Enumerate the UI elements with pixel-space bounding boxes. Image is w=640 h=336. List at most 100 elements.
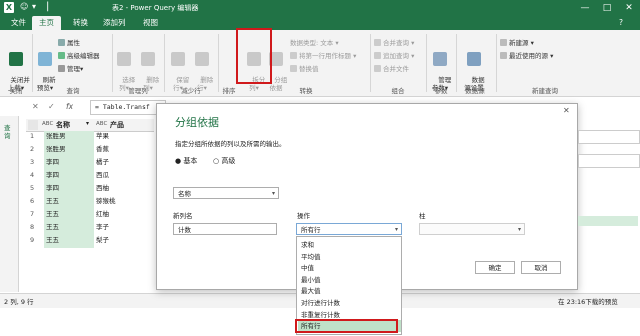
- row-number[interactable]: 2: [30, 144, 42, 155]
- merge-queries-button[interactable]: 合并查询 ▾: [374, 37, 414, 47]
- table-cell-name[interactable]: 李四: [46, 183, 92, 194]
- smiley-icon[interactable]: ☺: [20, 2, 28, 11]
- type-icon[interactable]: ABC: [42, 121, 53, 127]
- table-cell-product[interactable]: 西柚: [96, 183, 146, 194]
- new-source-label: 新建源 ▾: [509, 39, 534, 47]
- all-properties-field[interactable]: [578, 154, 640, 168]
- table-cell-name[interactable]: 王五: [46, 222, 92, 233]
- tab-view[interactable]: 视图: [136, 16, 165, 30]
- highlight-box: [236, 28, 272, 84]
- operation-option[interactable]: 对行进行计数: [301, 297, 340, 309]
- formula-input[interactable]: = Table.Transf: [90, 100, 166, 115]
- replace-icon: [290, 65, 297, 72]
- table-cell-product[interactable]: 橘子: [96, 157, 146, 168]
- table-cell-product[interactable]: 香蕉: [96, 144, 146, 155]
- filter-icon[interactable]: ▾: [86, 120, 89, 127]
- column-header-name[interactable]: 名称: [56, 120, 70, 130]
- table-cell-product[interactable]: 李子: [96, 222, 146, 233]
- ribbon-separator: [456, 34, 457, 92]
- recent-sources-button[interactable]: 最近使用的源 ▾: [500, 50, 553, 60]
- table-cell-name[interactable]: 张胜男: [46, 144, 92, 155]
- applied-step-selected[interactable]: [578, 216, 638, 226]
- type-icon[interactable]: ABC: [96, 121, 107, 127]
- advanced-editor-button[interactable]: 高级编辑器: [58, 50, 100, 60]
- confirm-formula-icon[interactable]: ✓: [48, 102, 55, 111]
- row-number[interactable]: 5: [30, 183, 42, 194]
- table-menu-icon[interactable]: [28, 120, 38, 130]
- table-cell-product[interactable]: 红柚: [96, 209, 146, 220]
- operation-option[interactable]: 中值: [301, 262, 314, 274]
- row-number[interactable]: 8: [30, 222, 42, 233]
- close-window-button[interactable]: ✕: [618, 0, 640, 16]
- column-dropdown[interactable]: ▾: [419, 223, 525, 235]
- tab-transform[interactable]: 转换: [66, 16, 95, 30]
- ribbon-separator: [112, 34, 113, 92]
- column-header-product[interactable]: 产品: [110, 120, 124, 130]
- radio-advanced[interactable]: ○ 高级: [213, 156, 235, 166]
- table-cell-product[interactable]: 梨子: [96, 235, 146, 246]
- ribbon-separator: [370, 34, 371, 92]
- properties-button[interactable]: 属性: [58, 37, 80, 47]
- new-source-button[interactable]: 新建源 ▾: [500, 37, 534, 47]
- merge-files-button[interactable]: 合并文件: [374, 63, 409, 73]
- radio-basic[interactable]: ● 基本: [175, 156, 197, 166]
- dialog-subtitle: 指定分组所依据的列以及所需的输出。: [175, 140, 286, 148]
- ribbon-tabs: 文件 主页 转换 添加列 视图 ?: [0, 16, 640, 30]
- query-name-field[interactable]: [578, 130, 640, 144]
- group-close-label: 关闭: [9, 87, 23, 95]
- merge-files-label: 合并文件: [383, 65, 409, 73]
- row-number[interactable]: 6: [30, 196, 42, 207]
- operation-option[interactable]: 平均值: [301, 251, 321, 263]
- operation-option[interactable]: 最小值: [301, 274, 321, 286]
- table-cell-name[interactable]: 王五: [46, 235, 92, 246]
- merge-queries-label: 合并查询 ▾: [383, 39, 415, 47]
- table-cell-name[interactable]: 王五: [46, 196, 92, 207]
- operation-option[interactable]: 求和: [301, 239, 314, 251]
- table-cell-name[interactable]: 王五: [46, 209, 92, 220]
- group-column-dropdown[interactable]: 名称 ▾: [173, 187, 279, 199]
- table-cell-product[interactable]: 苹果: [96, 131, 146, 142]
- append-queries-label: 追加查询 ▾: [383, 52, 415, 60]
- data-type-dropdown[interactable]: 数据类型: 文本 ▾: [290, 37, 339, 47]
- ok-button[interactable]: 确定: [475, 261, 515, 274]
- close-upload-icon: [9, 52, 23, 66]
- group-params-label: 参数: [434, 87, 448, 95]
- tab-home[interactable]: 主页: [32, 16, 61, 30]
- ribbon: 关闭并 上载▾ 关闭 刷新 预览▾ 属性 高级编辑器 管理▾ 查询 选择 列▾ …: [0, 30, 640, 97]
- row-number[interactable]: 1: [30, 131, 42, 142]
- maximize-button[interactable]: □: [596, 0, 618, 16]
- first-row-header-button[interactable]: 将第一行用作标题 ▾: [290, 50, 356, 60]
- table-cell-name[interactable]: 张胜男: [46, 131, 92, 142]
- new-column-name-input[interactable]: 计数: [173, 223, 277, 235]
- row-number[interactable]: 3: [30, 157, 42, 168]
- help-icon[interactable]: ?: [612, 16, 630, 30]
- row-number[interactable]: 7: [30, 209, 42, 220]
- table-cell-name[interactable]: 李四: [46, 170, 92, 181]
- append-queries-button[interactable]: 追加查询 ▾: [374, 50, 414, 60]
- queries-pane-collapsed[interactable]: 查询: [0, 116, 19, 292]
- manage-button[interactable]: 管理▾: [58, 63, 83, 73]
- operation-option[interactable]: 最大值: [301, 285, 321, 297]
- header-row-icon: [290, 52, 297, 59]
- tab-add-column[interactable]: 添加列: [96, 16, 133, 30]
- cancel-formula-icon[interactable]: ✕: [32, 102, 39, 111]
- replace-values-button[interactable]: 替换值: [290, 63, 319, 73]
- choose-columns-icon: [117, 52, 131, 66]
- chevron-down-icon: ▾: [394, 226, 398, 233]
- table-cell-product[interactable]: 猕猴桃: [96, 196, 146, 207]
- row-number[interactable]: 4: [30, 170, 42, 181]
- group-transform-label: 转换: [299, 87, 313, 95]
- row-number[interactable]: 9: [30, 235, 42, 246]
- new-col-label: 新列名: [173, 212, 193, 220]
- minimize-button[interactable]: —: [574, 0, 596, 16]
- table-cell-product[interactable]: 西瓜: [96, 170, 146, 181]
- qat-menu-icon[interactable]: ▾: [32, 2, 36, 11]
- operation-dropdown[interactable]: 所有行 ▾: [296, 223, 402, 235]
- tab-file[interactable]: 文件: [4, 16, 33, 30]
- dialog-close-icon[interactable]: ✕: [563, 106, 570, 115]
- recent-sources-icon: [500, 52, 507, 59]
- cancel-button[interactable]: 取消: [521, 261, 561, 274]
- ribbon-separator: [32, 34, 33, 92]
- ribbon-separator: [218, 34, 219, 92]
- table-cell-name[interactable]: 李四: [46, 157, 92, 168]
